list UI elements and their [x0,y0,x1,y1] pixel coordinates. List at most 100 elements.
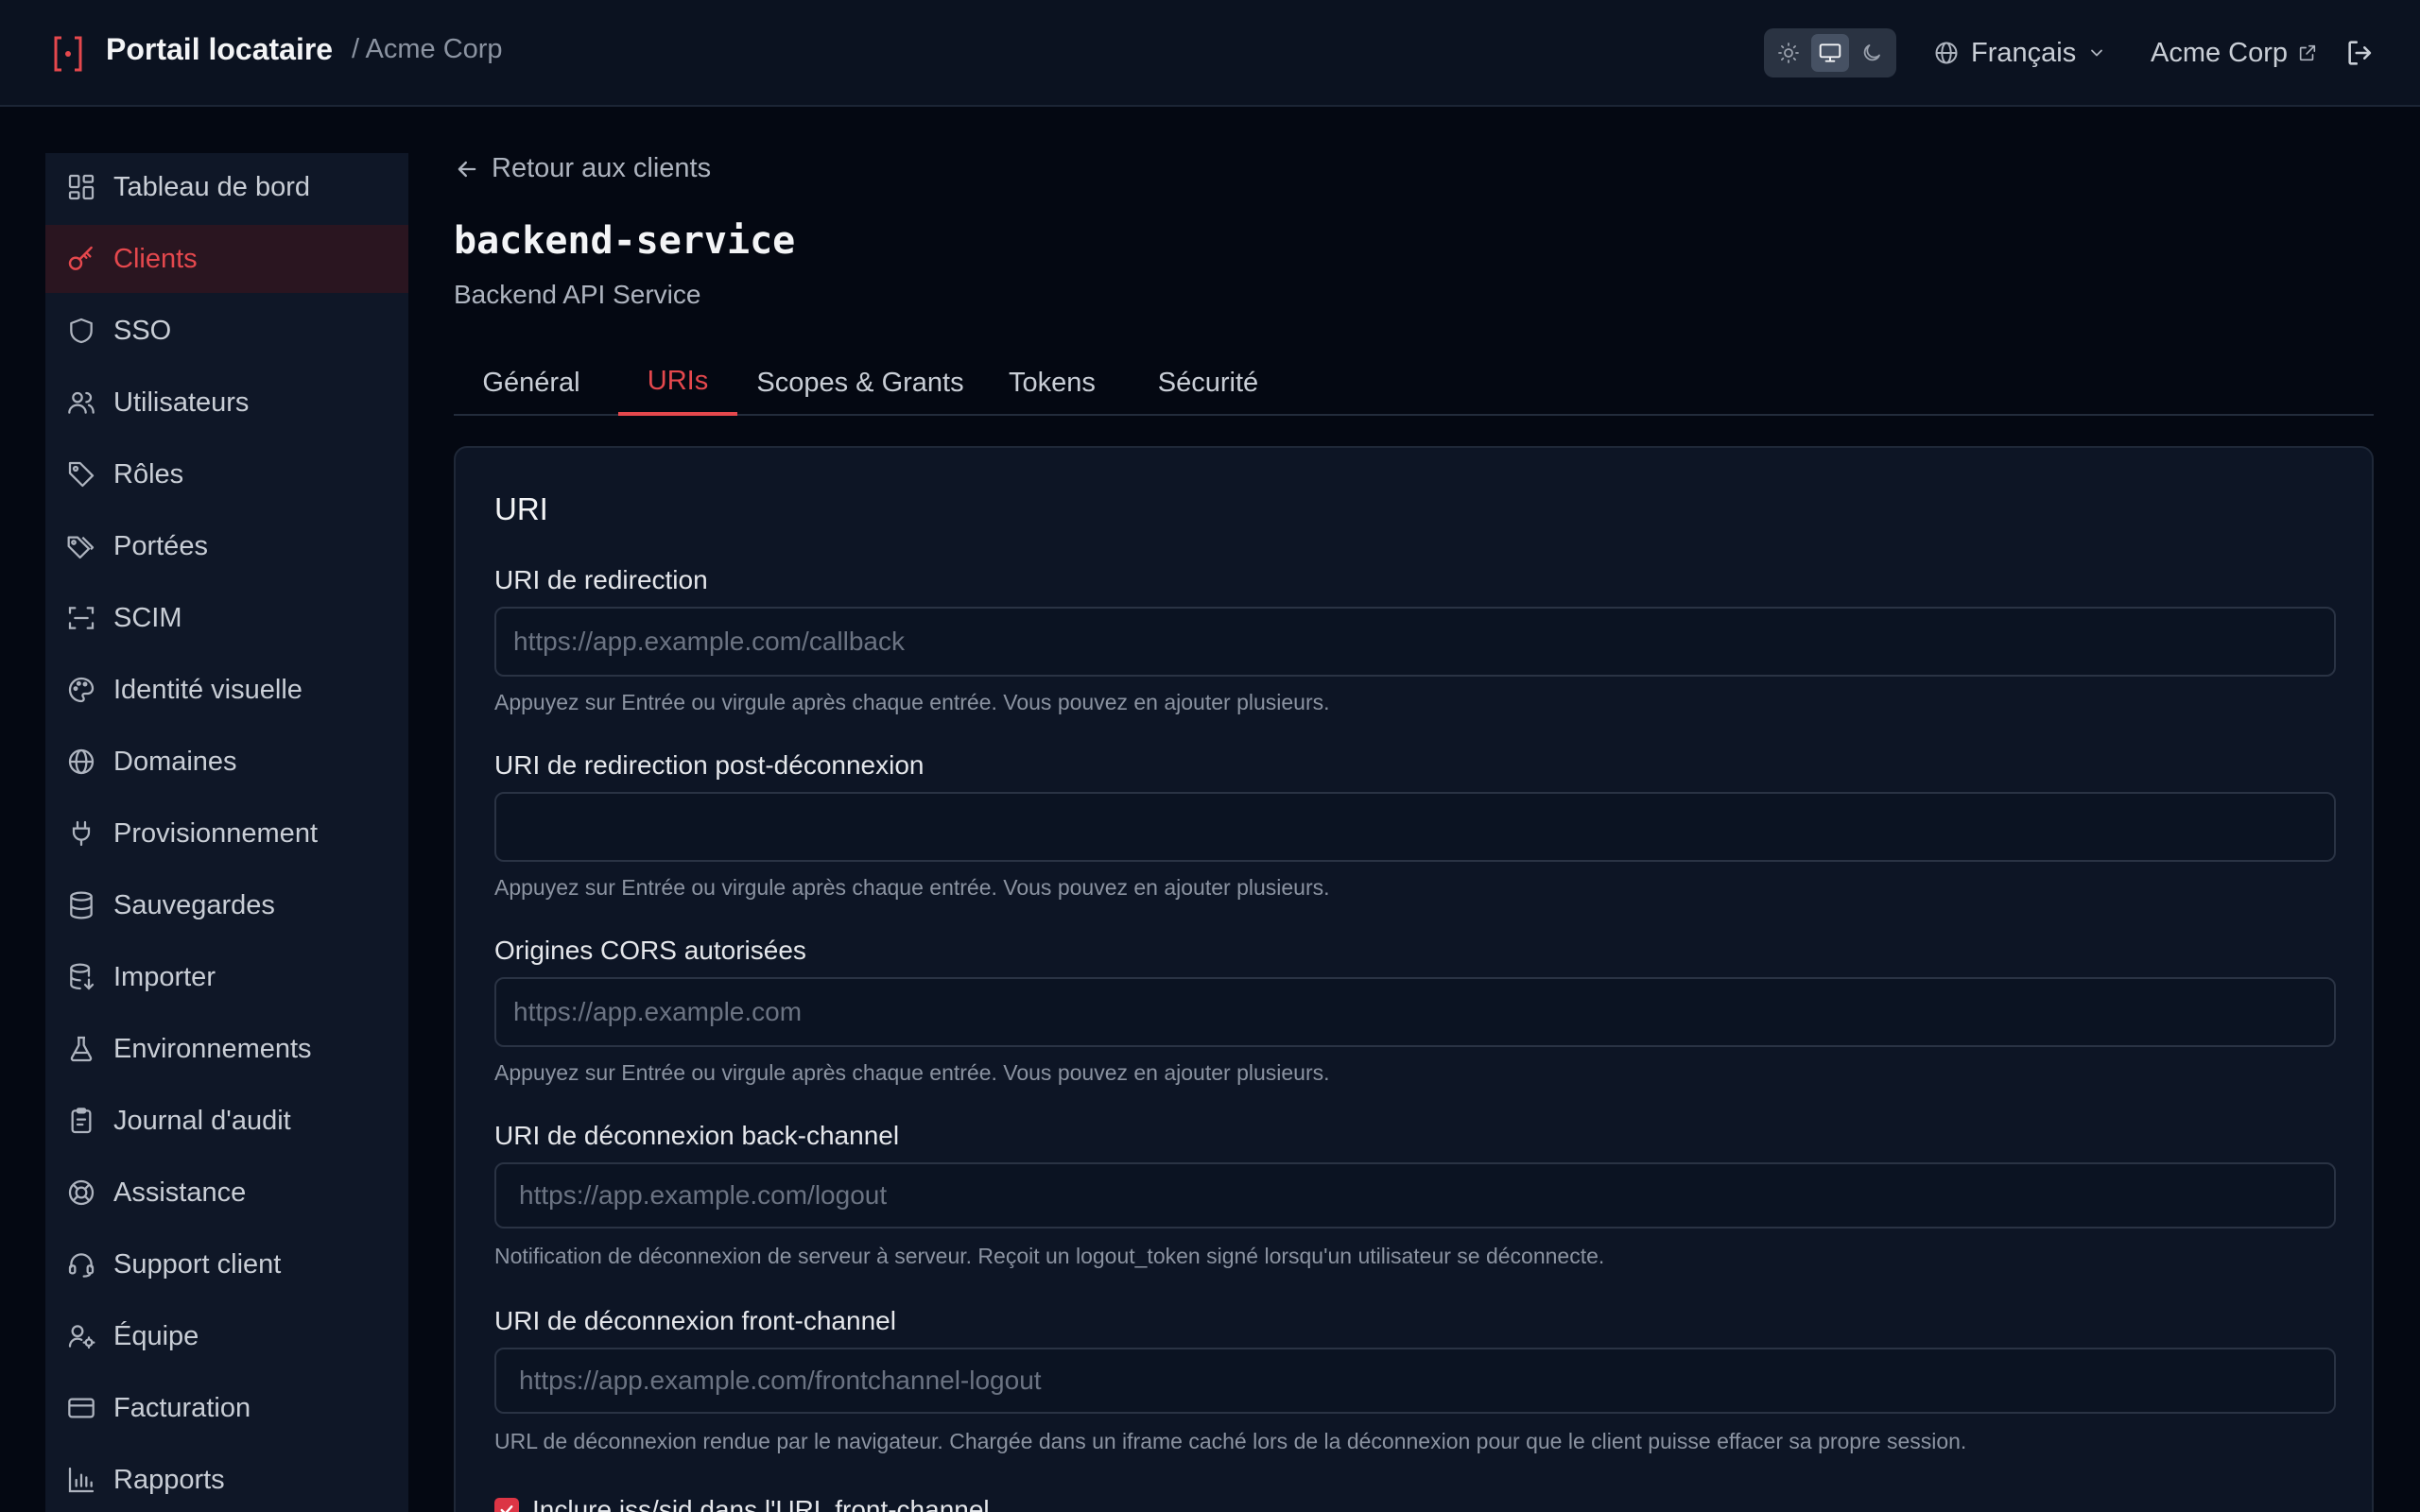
globe-icon [68,748,95,775]
tab-security[interactable]: Sécurité [1131,350,1286,416]
theme-switcher [1764,28,1896,77]
post-logout-redirect-uri-input[interactable] [494,792,2336,862]
sidebar-item-label: Domaines [113,746,237,777]
redirect-uri-help: Appuyez sur Entrée ou virgule après chaq… [494,690,1330,714]
sidebar-item-branding[interactable]: Identité visuelle [45,656,408,724]
sidebar-item-scopes[interactable]: Portées [45,512,408,580]
back-label: Retour aux clients [492,153,712,183]
sidebar-item-label: Provisionnement [113,817,318,849]
lifebuoy-icon [68,1179,95,1206]
tags-icon [67,536,95,559]
sidebar-item-assistance[interactable]: Assistance [45,1159,408,1227]
shield-icon [70,318,93,344]
sidebar-item-clients[interactable]: Clients [45,225,408,293]
moon-icon [1863,44,1880,61]
tab-general[interactable]: Général [454,350,609,416]
language-label: Français [1971,37,2077,68]
sidebar-item-label: Importer [113,961,216,992]
sidebar-item-label: Journal d'audit [113,1105,291,1136]
sidebar-item-backups[interactable]: Sauvegardes [45,871,408,939]
cors-origins-input[interactable] [494,977,2336,1047]
cors-origins-help: Appuyez sur Entrée ou virgule après chaq… [494,1060,1330,1085]
sun-icon [1778,43,1799,63]
theme-light-button[interactable] [1770,34,1807,72]
check-icon [500,1505,513,1512]
bar-chart-icon [68,1467,95,1493]
external-link-icon [2299,44,2316,61]
sidebar: Tableau de bord Clients SSO Utilisateurs… [45,153,408,1512]
sidebar-item-scim[interactable]: SCIM [45,584,408,652]
sidebar-item-environments[interactable]: Environnements [45,1015,408,1083]
sidebar-item-team[interactable]: Équipe [45,1302,408,1370]
sidebar-item-label: Utilisateurs [113,387,250,418]
sidebar-item-label: Tableau de bord [113,171,310,202]
sidebar-item-label: Portées [113,530,208,561]
sidebar-item-label: SCIM [113,602,182,633]
top-bar: Portail locataire / Acme Corp Français A… [0,0,2420,107]
sidebar-item-domains[interactable]: Domaines [45,728,408,796]
sidebar-item-label: Sauvegardes [113,889,275,920]
clipboard-icon [71,1108,92,1134]
sidebar-item-label: Identité visuelle [113,674,302,705]
post-logout-redirect-uri-help: Appuyez sur Entrée ou virgule après chaq… [494,875,1330,900]
sidebar-item-roles[interactable]: Rôles [45,440,408,508]
backchannel-logout-uri-label: URI de déconnexion back-channel [494,1121,900,1150]
frontchannel-logout-uri-input[interactable] [494,1348,2336,1414]
frontchannel-logout-uri-help: URL de déconnexion rendue par le navigat… [494,1429,1967,1453]
theme-dark-button[interactable] [1853,34,1891,72]
flask-icon [70,1036,93,1062]
sidebar-item-provisioning[interactable]: Provisionnement [45,799,408,868]
key-icon [68,246,93,270]
monitor-icon [1819,43,1841,62]
tab-bar: Général URIs Scopes & Grants Tokens Sécu… [454,350,2374,416]
sidebar-item-label: Environnements [113,1033,312,1064]
backchannel-logout-uri-help: Notification de déconnexion de serveur à… [494,1244,1605,1268]
sidebar-item-users[interactable]: Utilisateurs [45,369,408,437]
sidebar-item-label: Support client [113,1248,282,1280]
frontchannel-session-label: Inclure iss/sid dans l'URL front-channel [532,1495,990,1512]
user-cog-icon [68,1325,95,1349]
tenant-external-link[interactable]: Acme Corp [2151,32,2318,74]
sidebar-item-label: Facturation [113,1392,251,1423]
sidebar-item-audit-log[interactable]: Journal d'audit [45,1087,408,1155]
brand-logo-icon [54,36,82,72]
redirect-uri-input[interactable] [494,607,2336,677]
scan-icon [68,607,95,629]
arrow-left-icon [458,161,476,177]
card-title: URI [494,491,548,526]
sidebar-item-sso[interactable]: SSO [45,297,408,365]
post-logout-redirect-uri-label: URI de redirection post-déconnexion [494,750,925,780]
logout-icon[interactable] [2344,36,2377,70]
sidebar-item-label: SSO [113,315,172,346]
page-title: backend-service [454,219,796,263]
sidebar-item-label: Assistance [113,1177,247,1208]
backchannel-logout-uri-input[interactable] [494,1162,2336,1228]
tab-scopes-grants[interactable]: Scopes & Grants [747,350,974,416]
database-import-icon [70,963,95,990]
tab-uris[interactable]: URIs [618,350,737,416]
sidebar-item-reports[interactable]: Rapports [45,1446,408,1512]
uri-settings-card: URI URI de redirection Appuyez sur Entré… [454,446,2374,1512]
sidebar-item-import[interactable]: Importer [45,943,408,1011]
globe-icon [1935,42,1958,64]
sidebar-item-dashboard[interactable]: Tableau de bord [45,153,408,221]
app-title: Portail locataire [106,32,334,66]
sidebar-item-label: Rôles [113,458,184,490]
frontchannel-logout-uri-label: URI de déconnexion front-channel [494,1306,896,1335]
users-icon [68,391,95,414]
back-to-clients-link[interactable]: Retour aux clients [454,153,711,184]
theme-system-button[interactable] [1811,34,1849,72]
headset-icon [68,1253,95,1278]
frontchannel-session-checkbox[interactable] [494,1498,519,1512]
sidebar-item-label: Rapports [113,1464,225,1495]
credit-card-icon [68,1398,95,1418]
frontchannel-session-required-option[interactable]: Inclure iss/sid dans l'URL front-channel [494,1495,990,1512]
tab-tokens[interactable]: Tokens [983,350,1121,416]
redirect-uri-label: URI de redirection [494,565,708,594]
chevron-down-icon [2091,49,2103,57]
palette-icon [68,677,95,703]
plug-icon [72,820,91,847]
language-selector[interactable]: Français [1933,32,2106,74]
sidebar-item-customer-support[interactable]: Support client [45,1230,408,1298]
sidebar-item-billing[interactable]: Facturation [45,1374,408,1442]
